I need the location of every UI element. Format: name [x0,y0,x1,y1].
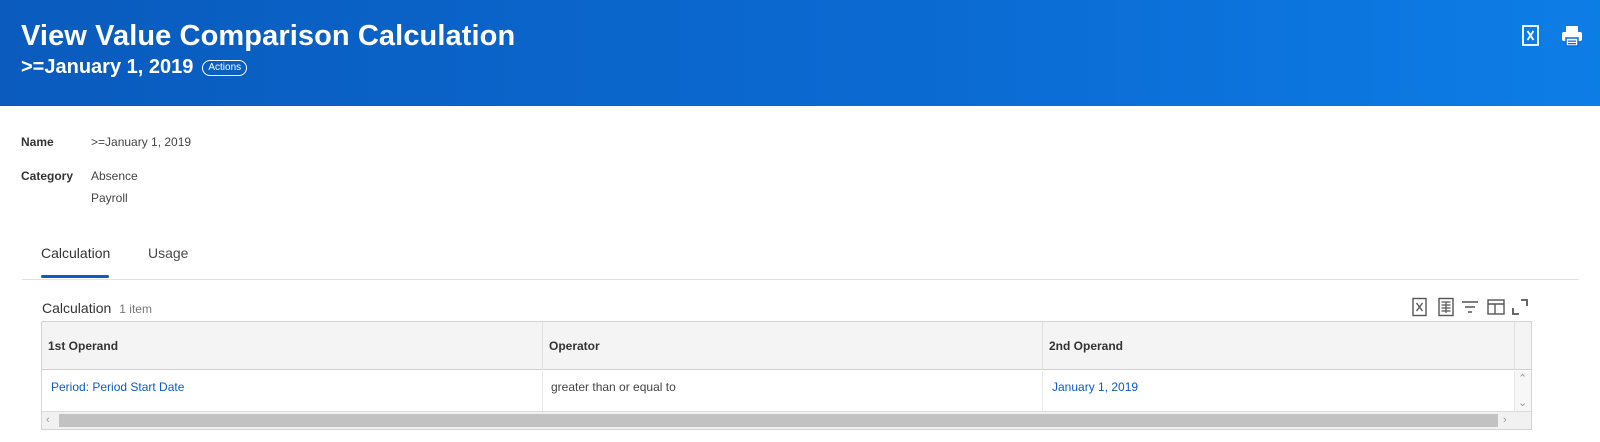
actions-button[interactable]: Actions [202,59,248,76]
page-title: View Value Comparison Calculation [21,20,516,52]
category-value-absence: Absence [91,169,138,183]
horizontal-scrollbar[interactable]: ‹ › [42,411,1531,429]
page-subtitle: >=January 1, 2019 [21,56,194,78]
table-row: Period: Period Start Date greater than o… [42,371,1514,411]
calculation-table: 1st Operand Operator 2nd Operand Period:… [41,321,1532,430]
vertical-scrollbar[interactable]: ⌃ ⌄ [1514,371,1531,411]
scroll-right-arrow-icon[interactable]: › [1503,414,1507,426]
grid-item-count: 1 item [119,302,152,316]
column-header-second-operand[interactable]: 2nd Operand [1043,322,1515,370]
print-icon[interactable] [1560,24,1584,48]
column-header-first-operand[interactable]: 1st Operand [42,322,543,370]
tab-bar: Calculation Usage [22,236,1579,280]
subtitle-row: >=January 1, 2019 Actions [21,56,248,79]
second-operand-link[interactable]: January 1, 2019 [1043,371,1514,411]
column-header-operator[interactable]: Operator [543,322,1043,370]
table-view-icon[interactable] [1436,297,1456,317]
excel-export-icon[interactable] [1410,297,1430,317]
category-value-payroll: Payroll [91,191,128,205]
grid-title: Calculation [42,300,112,316]
scroll-down-arrow-icon[interactable]: ⌄ [1518,397,1527,409]
tab-calculation[interactable]: Calculation [41,245,110,261]
name-value: >=January 1, 2019 [91,135,192,149]
category-label: Category [21,169,74,183]
grid-title-row: Calculation 1 item [42,300,152,316]
filter-icon[interactable] [1460,297,1480,317]
scroll-left-arrow-icon[interactable]: ‹ [46,414,50,426]
fullscreen-icon[interactable] [1510,297,1530,317]
page-header: View Value Comparison Calculation >=Janu… [0,0,1600,106]
table-header: 1st Operand Operator 2nd Operand [42,322,1531,370]
excel-export-icon[interactable] [1519,24,1543,48]
grid-toolbar [1408,297,1532,319]
name-label: Name [21,135,54,149]
columns-icon[interactable] [1486,297,1506,317]
horizontal-scroll-thumb[interactable] [59,414,1498,427]
operator-cell: greater than or equal to [543,371,1043,411]
active-tab-indicator [41,275,109,278]
first-operand-link[interactable]: Period: Period Start Date [42,371,543,411]
tab-usage[interactable]: Usage [148,245,188,261]
scroll-up-arrow-icon[interactable]: ⌃ [1518,373,1527,385]
